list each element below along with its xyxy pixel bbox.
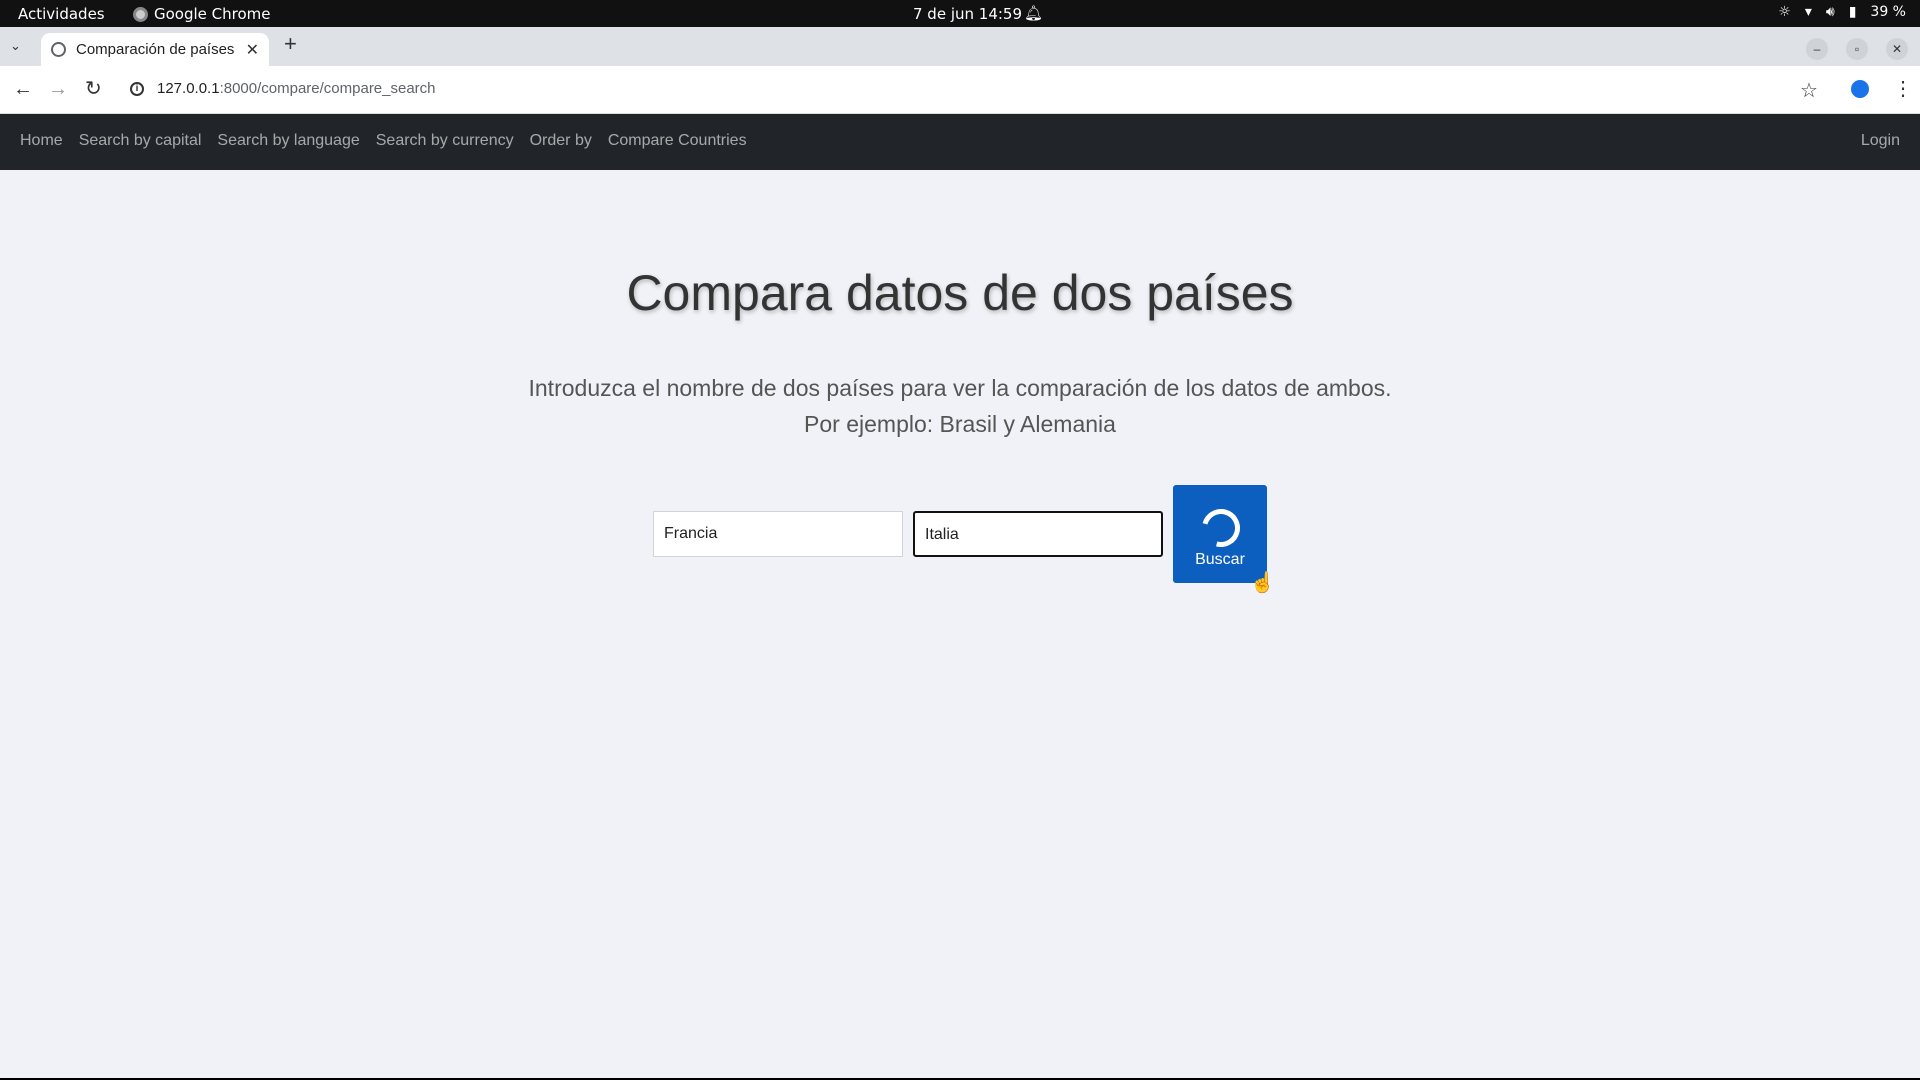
chrome-menu-icon[interactable]: ⋮ (1893, 76, 1913, 101)
nav-search-by-capital[interactable]: Search by capital (79, 132, 202, 150)
nav-links: Home Search by capital Search by languag… (20, 132, 747, 150)
search-button-label: Buscar (1195, 551, 1245, 568)
nav-login[interactable]: Login (1861, 132, 1900, 150)
activities-button[interactable]: Actividades (18, 5, 105, 23)
tab-search-chevron-icon[interactable]: ⌄ (10, 38, 21, 54)
system-top-bar: Actividades Google Chrome 7 de jun 14:59… (0, 0, 1920, 27)
battery-icon: ▮ (1848, 4, 1857, 20)
browser-tab[interactable]: Comparación de países ✕ (41, 33, 269, 66)
address-bar[interactable]: 127.0.0.1:8000/compare/compare_search (157, 80, 436, 97)
forward-arrow-icon[interactable]: → (48, 79, 68, 99)
clock[interactable]: 7 de jun 14:59 (913, 5, 1022, 23)
bookmark-star-icon[interactable]: ☆ (1800, 78, 1818, 103)
chrome-icon (133, 6, 148, 22)
new-tab-plus-icon[interactable]: + (284, 33, 297, 55)
nav-compare-countries[interactable]: Compare Countries (608, 132, 747, 150)
close-tab-icon[interactable]: ✕ (246, 40, 259, 60)
country1-input[interactable]: Francia (653, 511, 903, 557)
site-navbar: Home Search by capital Search by languag… (0, 114, 1920, 170)
page-description: Introduzca el nombre de dos países para … (0, 370, 1920, 442)
back-arrow-icon[interactable]: ← (13, 79, 33, 99)
nav-search-by-currency[interactable]: Search by currency (376, 132, 514, 150)
url-host: 127.0.0.1 (157, 80, 220, 97)
url-path: :8000/compare/compare_search (219, 80, 436, 97)
system-tray[interactable]: ☼ ▾ 🔊︎ ▮ 39 % (1778, 4, 1906, 20)
refresh-icon (1195, 502, 1247, 554)
app-name: Google Chrome (154, 5, 271, 23)
battery-level: 39 % (1870, 4, 1906, 20)
wifi-icon: ▾ (1804, 4, 1812, 20)
nav-search-by-language[interactable]: Search by language (217, 132, 359, 150)
close-window-icon[interactable]: ✕ (1886, 38, 1908, 60)
minimize-icon[interactable]: – (1806, 38, 1828, 60)
bell-icon: 🔔︎ (1024, 4, 1044, 22)
globe-icon (51, 42, 66, 57)
mouse-pointer-icon: ☝ (1250, 572, 1275, 594)
site-info-icon[interactable]: i (130, 82, 144, 96)
nav-order-by[interactable]: Order by (530, 132, 592, 150)
brightness-icon: ☼ (1778, 4, 1791, 20)
country2-input[interactable]: Italia (913, 511, 1163, 557)
profile-avatar-icon[interactable] (1851, 80, 1869, 98)
description-line-2: Por ejemplo: Brasil y Alemania (804, 411, 1116, 437)
description-line-1: Introduzca el nombre de dos países para … (528, 375, 1392, 401)
search-button[interactable]: Buscar (1173, 485, 1267, 583)
app-menu[interactable]: Google Chrome (133, 5, 271, 23)
restore-icon[interactable]: ▫ (1846, 38, 1868, 60)
page-title: Compara datos de dos países (626, 265, 1294, 321)
reload-icon[interactable]: ↻ (85, 79, 102, 99)
tab-title: Comparación de países (76, 41, 235, 58)
volume-icon: 🔊︎ (1825, 4, 1835, 20)
nav-home[interactable]: Home (20, 132, 63, 150)
